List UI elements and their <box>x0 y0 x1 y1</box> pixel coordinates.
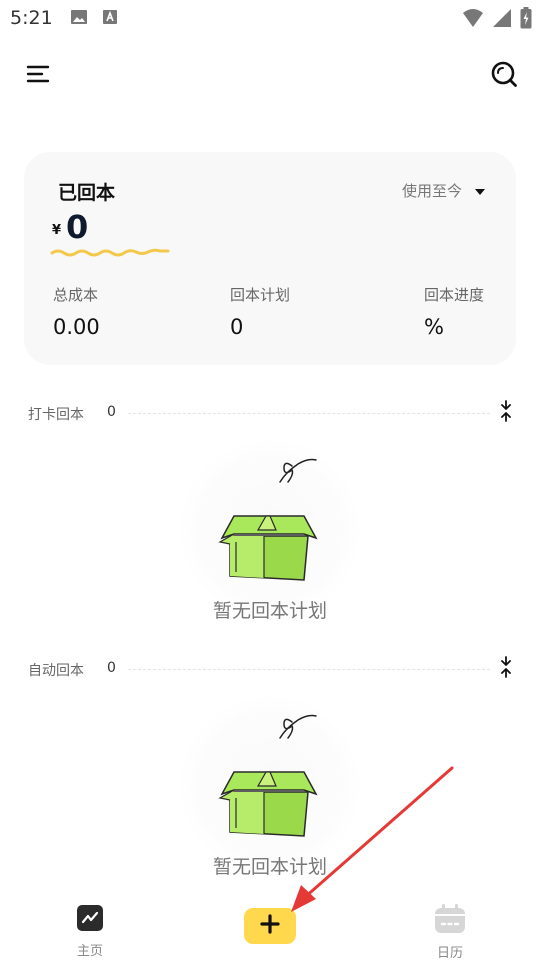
empty-box-icon <box>210 706 330 845</box>
plus-icon <box>259 913 281 939</box>
nav-calendar[interactable]: 日历 <box>426 904 474 960</box>
signal-icon <box>492 8 512 32</box>
status-time: 5:21 <box>10 7 53 29</box>
collapse-button[interactable] <box>494 656 518 682</box>
caret-down-icon <box>474 182 486 200</box>
empty-box-icon <box>210 450 330 589</box>
collapse-icon <box>500 400 512 426</box>
menu-icon <box>26 64 50 88</box>
stat-progress: 回本进度 % <box>424 284 484 339</box>
collapse-icon <box>500 656 512 682</box>
card-title: 已回本 <box>58 182 116 204</box>
nav-calendar-label: 日历 <box>436 946 463 960</box>
section-divider <box>128 669 490 670</box>
wifi-icon <box>462 8 484 32</box>
period-label: 使用至今 <box>401 182 462 200</box>
image-icon <box>70 9 88 29</box>
section-count: 0 <box>107 404 116 420</box>
squiggle-underline <box>50 246 170 265</box>
nav-home[interactable]: 主页 <box>66 904 114 959</box>
section-count: 0 <box>107 660 116 676</box>
empty-state-auto: 暂无回本计划 <box>170 696 370 886</box>
section-title: 自动回本 <box>28 663 84 679</box>
home-chart-icon <box>76 905 104 936</box>
empty-state-text: 暂无回本计划 <box>212 600 327 622</box>
collapse-button[interactable] <box>494 400 518 426</box>
section-title: 打卡回本 <box>28 407 84 423</box>
battery-icon <box>520 7 532 33</box>
stat-plans: 回本计划 0 <box>230 284 290 339</box>
stat-total-cost: 总成本 0.00 <box>53 284 100 339</box>
calendar-icon <box>434 904 466 938</box>
period-dropdown[interactable]: 使用至今 <box>402 180 486 201</box>
stat-value: 0 <box>230 315 244 339</box>
add-plan-button[interactable] <box>244 908 296 944</box>
empty-state-checkin: 暂无回本计划 <box>170 440 370 630</box>
stat-label: 回本计划 <box>230 286 291 304</box>
empty-state-text: 暂无回本计划 <box>212 856 327 878</box>
nav-home-label: 主页 <box>76 944 103 959</box>
font-icon <box>102 9 118 29</box>
search-button[interactable] <box>488 60 520 92</box>
stat-label: 总成本 <box>53 286 99 304</box>
returned-amount: 0 <box>66 208 89 246</box>
currency-symbol: ¥ <box>52 223 62 238</box>
section-header-checkin: 打卡回本 0 <box>0 400 540 426</box>
section-header-auto: 自动回本 0 <box>0 656 540 682</box>
stat-label: 回本进度 <box>424 286 485 304</box>
summary-card: 已回本 使用至今 ¥ 0 总成本 0.00 回本计划 0 回本进度 % <box>24 152 516 365</box>
search-icon <box>490 60 518 92</box>
stat-value: % <box>424 315 444 339</box>
status-bar: 5:21 <box>0 0 540 36</box>
menu-button[interactable] <box>22 60 54 92</box>
section-divider <box>128 413 490 414</box>
stat-value: 0.00 <box>53 315 100 339</box>
bottom-nav: 主页 日历 <box>0 896 540 960</box>
app-header <box>0 36 540 120</box>
